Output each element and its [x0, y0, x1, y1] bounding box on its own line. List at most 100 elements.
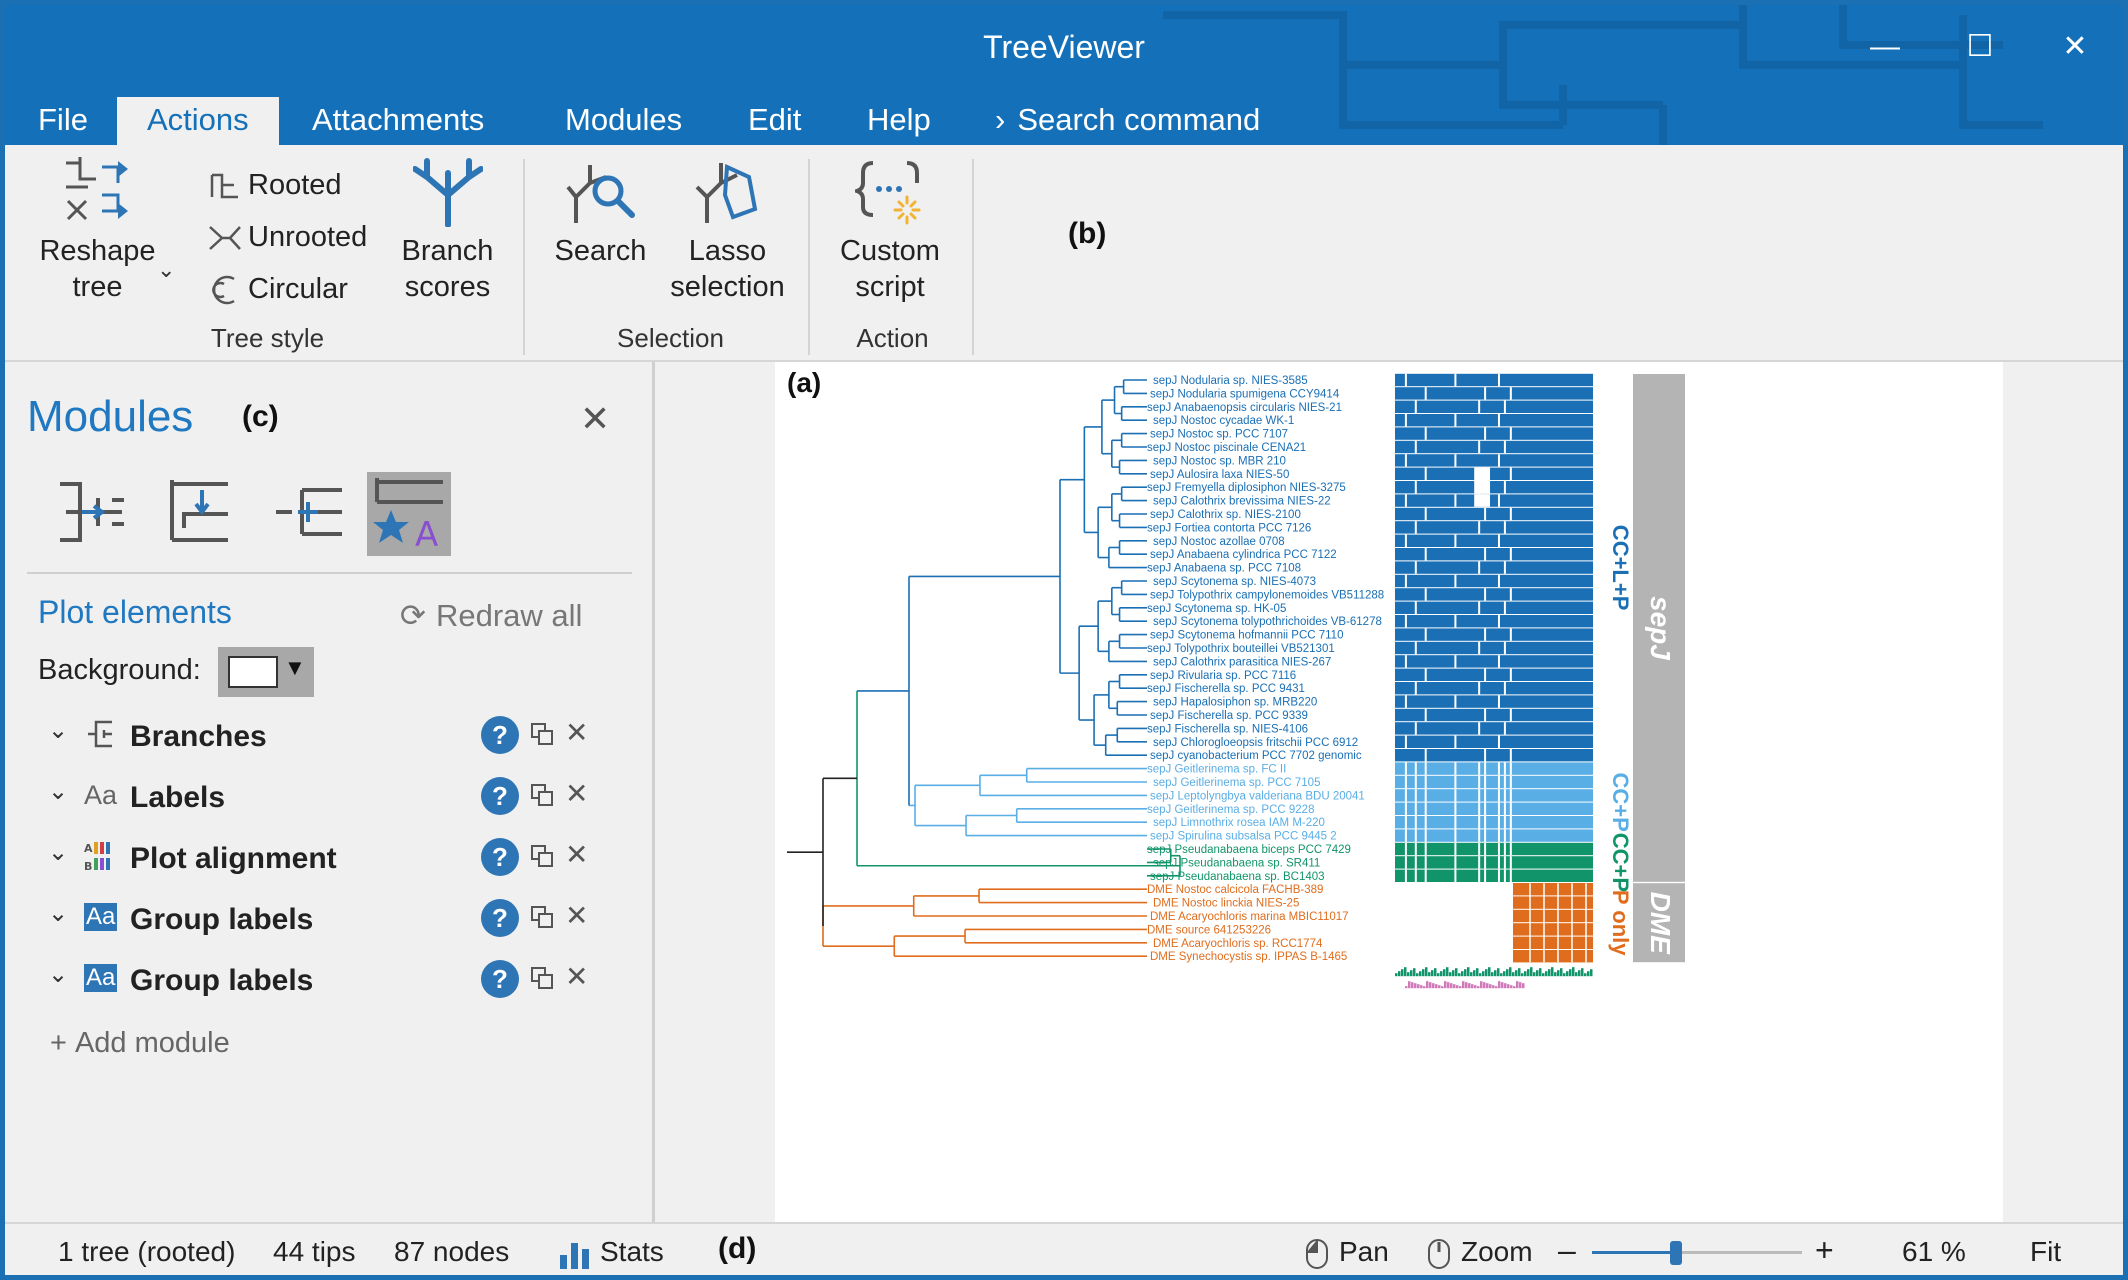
- menu-help[interactable]: Help: [837, 97, 961, 145]
- fit-button[interactable]: Fit: [2030, 1236, 2061, 1268]
- zoom-in-button[interactable]: +: [1815, 1232, 1834, 1269]
- search-label: Search: [554, 235, 647, 267]
- tab-coordinates[interactable]: [272, 470, 356, 554]
- help-icon[interactable]: ?: [481, 838, 519, 876]
- alignment-gap: [1478, 521, 1481, 534]
- duplicate-icon[interactable]: [530, 783, 554, 807]
- tip-label: sepJ Fischerella sp. NIES-4106: [1147, 723, 1308, 735]
- maximize-button[interactable]: ☐: [1960, 27, 2000, 67]
- zoom-slider-thumb[interactable]: [1670, 1241, 1682, 1265]
- background-color-picker[interactable]: ▼: [218, 647, 314, 697]
- close-panel-button[interactable]: ✕: [580, 398, 610, 440]
- rooted-button[interactable]: Rooted: [208, 165, 342, 205]
- alignment-row: [1395, 400, 1593, 413]
- help-icon[interactable]: ?: [481, 960, 519, 998]
- modules-title: Modules: [27, 392, 194, 441]
- tip-label: DME Nostoc calcicola FACHB-389: [1147, 884, 1323, 896]
- tab-plot-actions[interactable]: A: [367, 472, 451, 556]
- alignment-row: [1395, 521, 1593, 534]
- alignment-gap: [1478, 722, 1481, 735]
- coverage-bar: [1510, 985, 1513, 989]
- duplicate-icon[interactable]: [530, 844, 554, 868]
- branch-scores-button[interactable]: Branch scores: [390, 157, 505, 305]
- menu-file[interactable]: File: [8, 97, 118, 145]
- tip-label: sepJ Aulosira laxa NIES-50: [1150, 469, 1289, 481]
- alignment-gap: [1484, 816, 1487, 829]
- duplicate-icon[interactable]: [530, 966, 554, 990]
- alignment-row: [1395, 561, 1593, 574]
- menu-actions[interactable]: Actions: [117, 97, 279, 145]
- tree-viewer-window: TreeViewer — ☐ ✕ File Actions Attachment…: [5, 5, 2123, 1275]
- zoom-out-button[interactable]: –: [1558, 1232, 1576, 1269]
- module-row[interactable]: ⌄ Branches ? ✕: [48, 714, 608, 760]
- alignment-gap: [1497, 829, 1500, 842]
- conservation-bar: [1566, 971, 1569, 977]
- alignment-gap: [1497, 574, 1500, 588]
- conservation-bar: [1581, 968, 1584, 977]
- unrooted-button[interactable]: Unrooted: [208, 217, 367, 257]
- conservation-bar: [1503, 971, 1506, 977]
- reshape-tree-button[interactable]: Reshape tree: [25, 157, 170, 305]
- search-button[interactable]: Search: [543, 157, 658, 269]
- alignment-gap: [1509, 507, 1512, 521]
- chevron-down-icon[interactable]: ⌄: [48, 777, 68, 806]
- close-window-button[interactable]: ✕: [2055, 27, 2095, 67]
- alignment-row: [1395, 628, 1593, 641]
- remove-icon[interactable]: ✕: [565, 716, 588, 749]
- module-row[interactable]: ⌄ Aa Group labels ? ✕: [48, 897, 608, 943]
- chevron-down-icon[interactable]: ⌄: [48, 960, 68, 989]
- module-row[interactable]: ⌄ Aa Labels ? ✕: [48, 775, 608, 821]
- alignment-gap: [1478, 829, 1481, 842]
- remove-icon[interactable]: ✕: [565, 899, 588, 932]
- alignment-gap: [1509, 548, 1512, 561]
- tab-further-transformations[interactable]: [162, 470, 246, 554]
- remove-icon[interactable]: ✕: [565, 838, 588, 871]
- duplicate-icon[interactable]: [530, 722, 554, 746]
- help-icon[interactable]: ?: [481, 777, 519, 815]
- alignment-gap: [1454, 574, 1457, 588]
- search-command[interactable]: › Search command: [995, 97, 1260, 143]
- alignment-gap: [1424, 829, 1427, 842]
- conservation-bar: [1449, 972, 1452, 977]
- chevron-down-icon[interactable]: ⌄: [48, 899, 68, 928]
- coverage-bar: [1501, 982, 1504, 989]
- reshape-dropdown-chevron-icon[interactable]: ⌄: [157, 257, 175, 283]
- help-icon[interactable]: ?: [481, 716, 519, 754]
- alignment-gap: [1404, 856, 1407, 869]
- menu-modules[interactable]: Modules: [535, 97, 712, 145]
- module-row[interactable]: ⌄ Aa Group labels ? ✕: [48, 958, 608, 1004]
- lasso-selection-button[interactable]: Lasso selection: [660, 157, 795, 305]
- add-module-button[interactable]: + Add module: [50, 1027, 230, 1060]
- chevron-down-icon[interactable]: ⌄: [48, 716, 68, 745]
- alignment-gap: [1484, 427, 1487, 440]
- ribbon-separator: [523, 159, 525, 355]
- remove-icon[interactable]: ✕: [565, 777, 588, 810]
- help-icon[interactable]: ?: [481, 899, 519, 937]
- alignment-row: [1513, 896, 1593, 909]
- duplicate-icon[interactable]: [530, 905, 554, 929]
- module-label: Branches: [130, 720, 267, 753]
- menu-edit[interactable]: Edit: [718, 97, 831, 145]
- tab-transformer-modules[interactable]: [52, 470, 136, 554]
- redraw-all-button[interactable]: ⟳ Redraw all: [400, 598, 582, 634]
- coverage-bar: [1495, 986, 1498, 989]
- chevron-down-icon[interactable]: ⌄: [48, 838, 68, 867]
- tree-canvas[interactable]: (a) sepJ Nodularia sp. NIES-3585 sepJ Nod…: [658, 362, 2123, 1222]
- remove-icon[interactable]: ✕: [565, 960, 588, 993]
- stats-button[interactable]: Stats: [558, 1236, 664, 1269]
- menu-attachments[interactable]: Attachments: [282, 97, 514, 145]
- zoom-slider[interactable]: [1592, 1241, 1802, 1265]
- zoom-button[interactable]: Zoom: [1427, 1236, 1533, 1270]
- module-row[interactable]: ⌄ A B Plot alignment ? ✕: [48, 836, 608, 882]
- alignment-gap: [1509, 802, 1512, 815]
- alignment-gap: [1424, 775, 1427, 789]
- pan-button[interactable]: Pan: [1305, 1236, 1389, 1270]
- alignment-gap: [1497, 869, 1500, 882]
- circular-button[interactable]: Circular: [208, 269, 348, 309]
- conservation-bar: [1443, 969, 1446, 977]
- tip-label: sepJ Nodularia sp. NIES-3585: [1153, 375, 1308, 387]
- custom-script-button[interactable]: Custom script: [825, 157, 955, 305]
- tip-label: sepJ Pseudanabaena sp. SR411: [1153, 857, 1320, 869]
- alignment-gap: [1404, 414, 1407, 427]
- minimize-button[interactable]: —: [1865, 27, 1905, 67]
